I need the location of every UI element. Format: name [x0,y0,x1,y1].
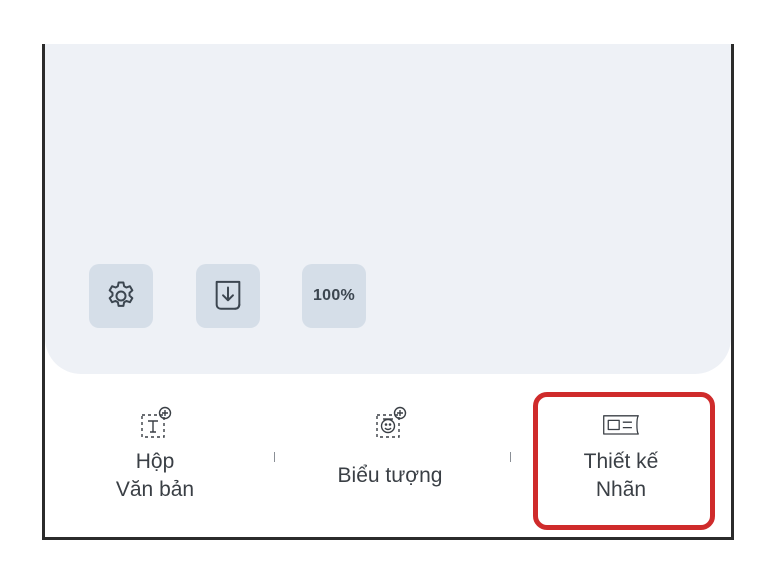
add-text-box-button[interactable]: Hộp Văn bản [55,404,255,534]
gear-icon [108,281,134,307]
design-canvas[interactable]: 100% [45,44,731,374]
zoom-level-button[interactable]: 100% [302,264,366,328]
emoji-add-icon [370,404,410,444]
settings-button[interactable] [89,264,153,328]
add-icon-button[interactable]: Biểu tượng [290,404,490,534]
zoom-level-label: 100% [312,287,356,304]
separator [510,452,511,462]
download-file-icon [215,280,241,310]
highlight-box [533,392,715,530]
add-text-box-label: Hộp Văn bản [115,450,195,501]
separator [274,452,275,462]
text-box-add-icon [135,404,175,444]
export-button[interactable] [196,264,260,328]
add-icon-label: Biểu tượng [337,464,443,487]
